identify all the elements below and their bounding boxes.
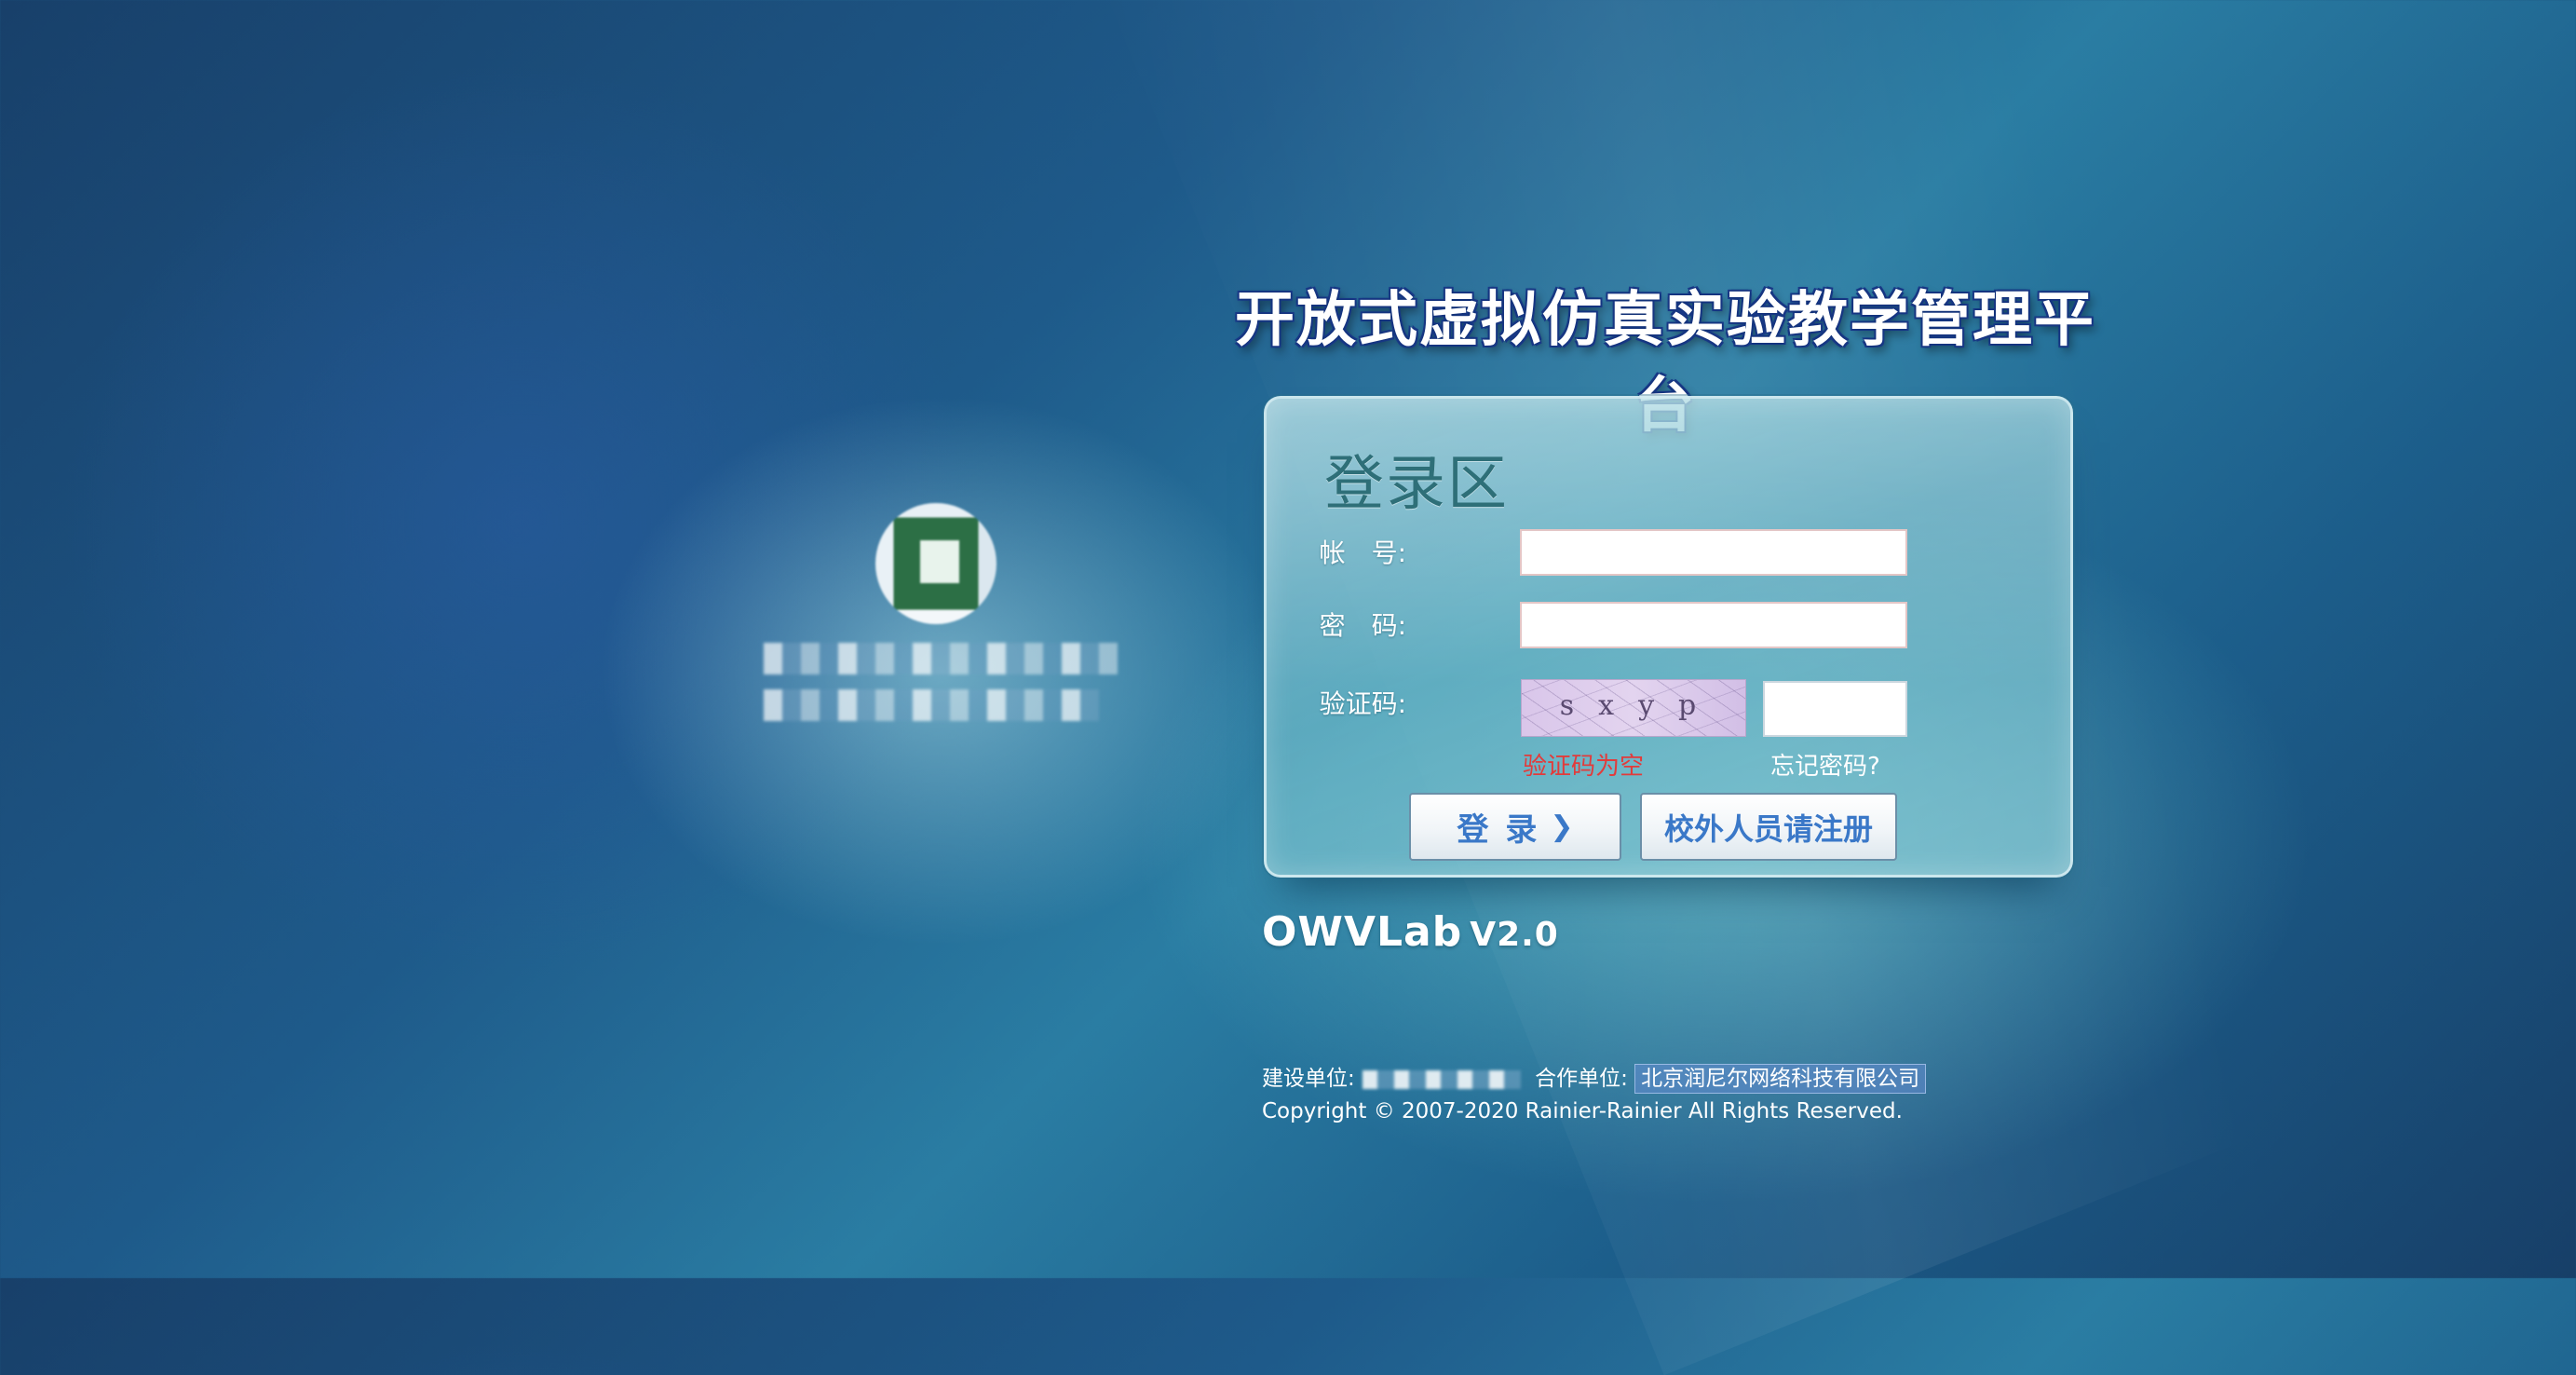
brand-name: OWVLab [1262, 908, 1463, 956]
login-panel: 登录区 帐 号: 密 码: 验证码: sxyp 验证码为空 忘记密码? 登录 ❯… [1264, 396, 2073, 878]
register-button[interactable]: 校外人员请注册 [1640, 793, 1897, 861]
captcha-label: 验证码: [1319, 688, 1406, 719]
captcha-image[interactable]: sxyp [1521, 679, 1746, 737]
owvlab-logo: OWVLab V2.0 [1262, 908, 1559, 956]
copyright-text: Copyright © 2007-2020 Rainier-Rainier Al… [1262, 1099, 1903, 1123]
chevron-right-icon: ❯ [1550, 810, 1574, 843]
account-label: 帐 号: [1319, 538, 1406, 568]
institution-name-blurred [764, 643, 1118, 674]
captcha-error-message: 验证码为空 [1523, 753, 1645, 781]
footer-credits: 建设单位: 合作单位: 北京润尼尔网络科技有限公司 [1262, 1060, 1927, 1094]
login-button-label: 登录 [1457, 811, 1554, 849]
password-label: 密 码: [1319, 610, 1406, 641]
forgot-password-link[interactable]: 忘记密码? [1770, 747, 1880, 782]
login-heading: 登录区 [1324, 450, 1509, 519]
partner-label: 合作单位: [1535, 1067, 1628, 1091]
captcha-input[interactable] [1763, 681, 1907, 737]
builder-name-blurred [1362, 1069, 1521, 1089]
account-input[interactable] [1520, 529, 1907, 576]
password-input[interactable] [1520, 602, 1907, 648]
captcha-image-text: sxyp [1559, 689, 1721, 722]
builder-label: 建设单位: [1262, 1067, 1355, 1091]
institution-emblem-icon [875, 503, 997, 624]
institution-logo [764, 503, 1136, 773]
brand-version: V2.0 [1470, 916, 1559, 954]
partner-name[interactable]: 北京润尼尔网络科技有限公司 [1634, 1064, 1927, 1094]
institution-subname-blurred [764, 689, 1099, 721]
login-button[interactable]: 登录 ❯ [1409, 793, 1621, 861]
